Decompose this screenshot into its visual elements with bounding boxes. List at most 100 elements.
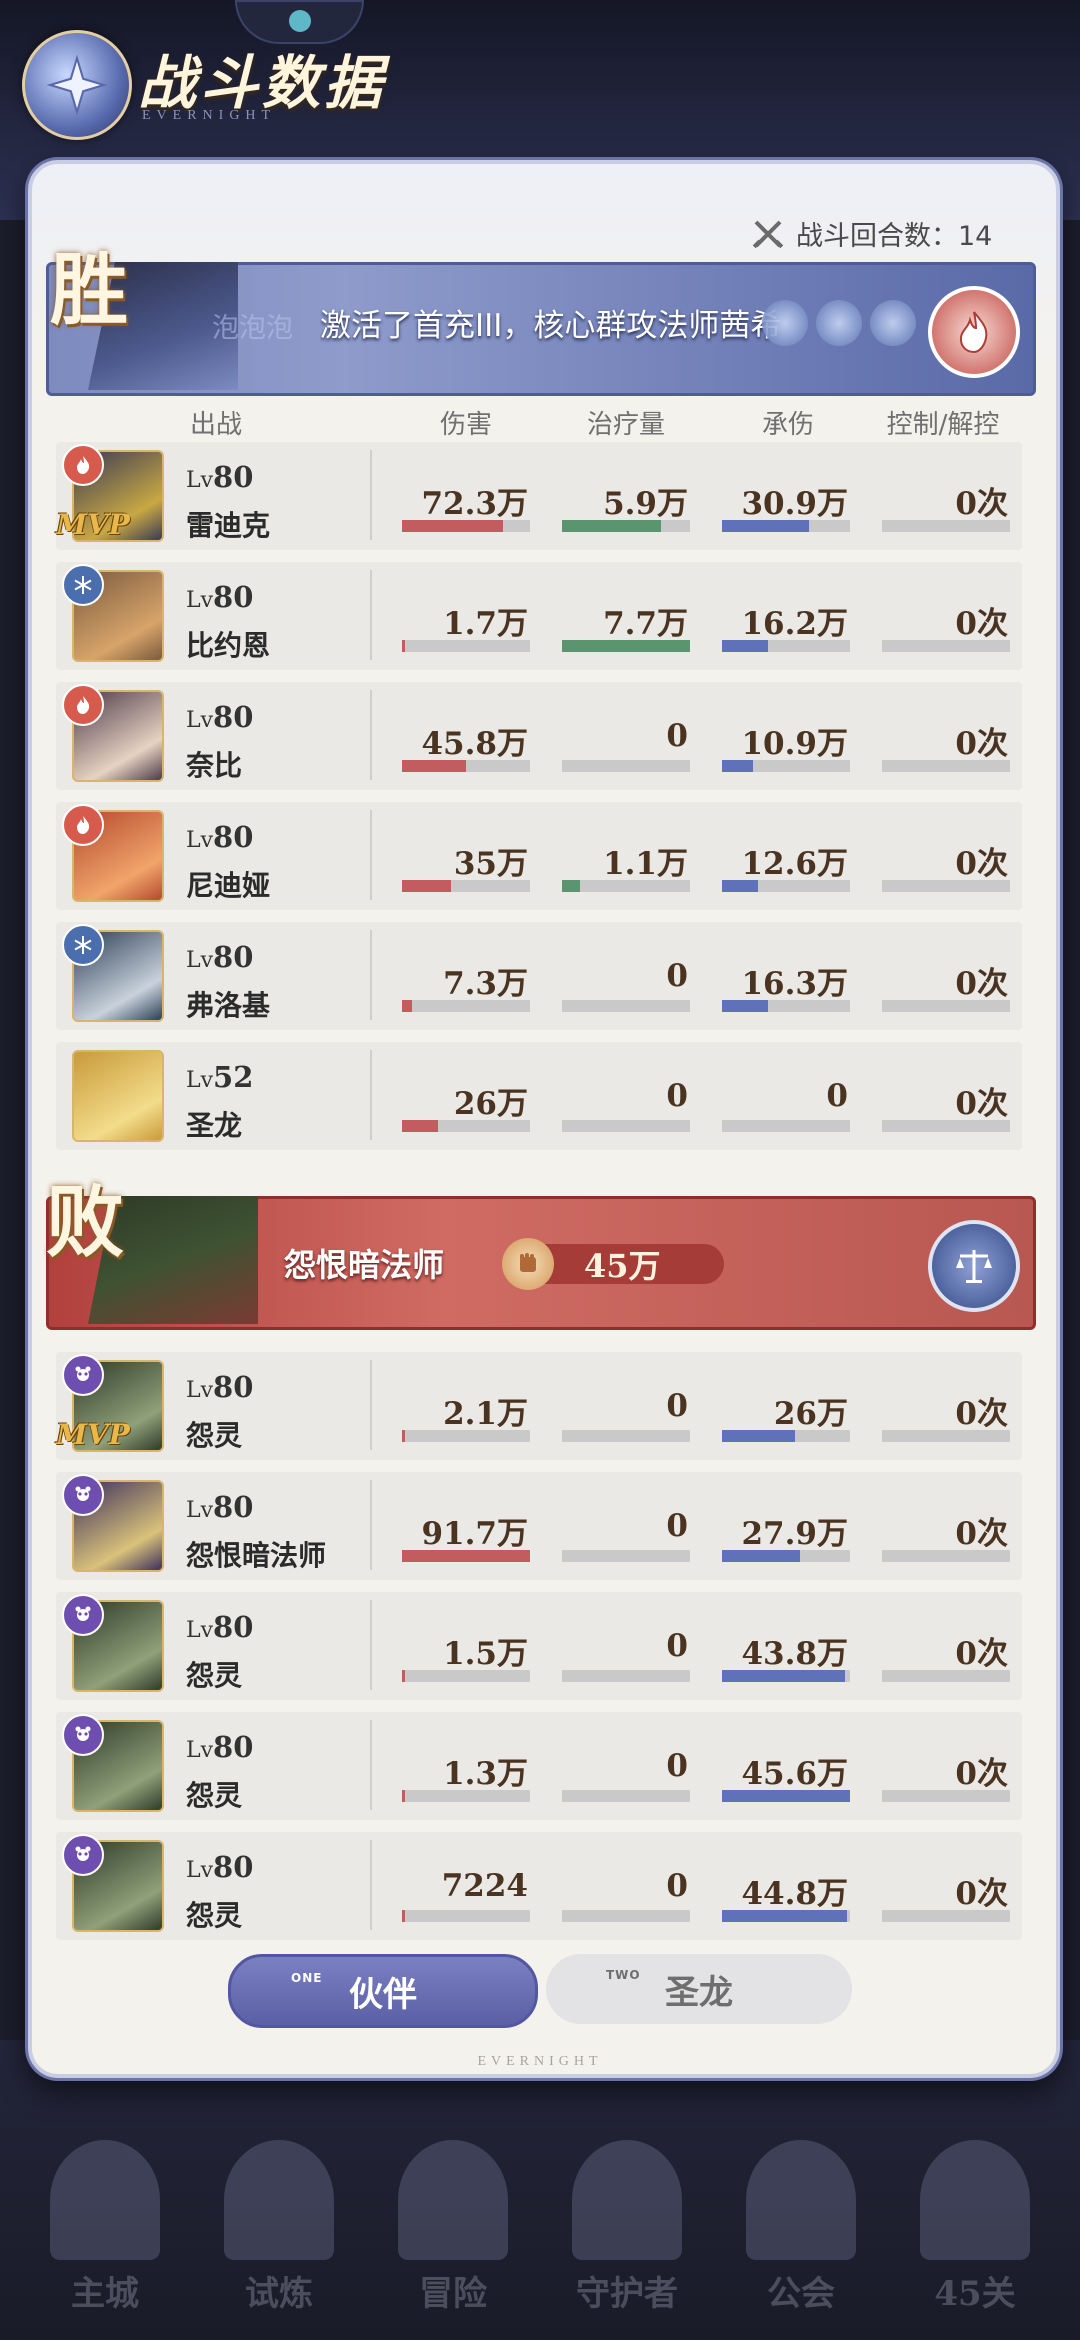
hero-level: Lv80 (186, 700, 254, 734)
damage-taken-bar-fill (722, 1430, 795, 1442)
healing-bar-fill (562, 640, 690, 652)
beast-element-icon (62, 1714, 104, 1756)
hero-name: 怨灵 (186, 1779, 243, 1812)
damage-taken-value: 27.9万 (741, 1516, 848, 1552)
nav-guild: 公会 (726, 2140, 876, 2330)
damage-taken-bar-fill (722, 1000, 768, 1012)
damage-bar-fill (402, 760, 466, 772)
damage-value: 35万 (453, 846, 528, 882)
lose-result-label: 败 (46, 1177, 125, 1268)
damage-value: 91.7万 (421, 1516, 528, 1552)
hero-level-value: 80 (213, 460, 254, 494)
healing-value: 1.1万 (603, 846, 688, 882)
row-divider (370, 690, 372, 780)
col-header-participant: 出战 (189, 410, 242, 440)
rounds-label: 战斗回合数：14 (796, 221, 993, 252)
tab-holy-dragon[interactable]: TWO 圣龙 (546, 1954, 852, 2024)
damage-bar (402, 640, 530, 652)
nav-trial-label: 试炼 (245, 2274, 313, 2314)
hero-level: Lv80 (186, 940, 254, 974)
hero-level: Lv80 (186, 1850, 254, 1884)
damage-value: 72.3万 (421, 486, 528, 522)
healing-value: 0 (666, 718, 688, 754)
table-row[interactable]: MVP Lv80 雷迪克 72.3万 5.9万 30.9万 0次 (56, 442, 1022, 550)
healing-bar (562, 1550, 690, 1562)
trial-icon (224, 2140, 334, 2260)
hero-avatar[interactable] (72, 1050, 164, 1142)
rounds-counter: 战斗回合数：14 (750, 214, 992, 253)
healing-bar (562, 1120, 690, 1132)
table-row[interactable]: Lv80 怨灵 1.3万 0 45.6万 0次 (56, 1712, 1022, 1820)
healing-value: 0 (666, 1508, 688, 1544)
tab-holy-dragon-label: 圣龙 (665, 1972, 733, 2013)
healing-bar (562, 1910, 690, 1922)
damage-taken-value: 16.3万 (741, 966, 848, 1002)
snowflake-element-icon (62, 564, 104, 606)
win-result-label: 胜 (50, 245, 129, 336)
healing-value: 7.7万 (603, 606, 688, 642)
damage-bar (402, 1120, 530, 1132)
beast-element-icon (62, 1354, 104, 1396)
damage-value: 7.3万 (443, 966, 528, 1002)
damage-taken-bar-fill (722, 1550, 800, 1562)
hero-level-value: 80 (213, 1850, 254, 1884)
fire-element-icon (62, 684, 104, 726)
guardian-icon (572, 2140, 682, 2260)
hero-name: 怨恨暗法师 (186, 1539, 327, 1572)
damage-taken-bar (722, 520, 850, 532)
damage-taken-bar (722, 640, 850, 652)
control-value: 0次 (955, 966, 1008, 1002)
hero-name: 比约恩 (186, 629, 271, 662)
damage-taken-value: 16.2万 (741, 606, 848, 642)
healing-bar (562, 1790, 690, 1802)
table-row[interactable]: Lv80 怨灵 7224 0 44.8万 0次 (56, 1832, 1022, 1940)
damage-taken-bar-fill (722, 520, 809, 532)
hero-level-value: 80 (213, 940, 254, 974)
healing-value: 0 (666, 958, 688, 994)
beast-element-icon (62, 1594, 104, 1636)
healing-bar (562, 520, 690, 532)
control-bar (882, 1670, 1010, 1682)
table-row[interactable]: Lv80 怨恨暗法师 91.7万 0 27.9万 0次 (56, 1472, 1022, 1580)
damage-taken-value: 30.9万 (741, 486, 848, 522)
table-row[interactable]: Lv80 比约恩 1.7万 7.7万 16.2万 0次 (56, 562, 1022, 670)
damage-taken-value: 10.9万 (741, 726, 848, 762)
hero-name: 尼迪娅 (186, 869, 271, 902)
damage-bar (402, 520, 530, 532)
nav-guardian: 守护者 (552, 2140, 702, 2330)
tab-holy-dragon-number: TWO (606, 1968, 641, 1982)
table-row[interactable]: Lv80 弗洛基 7.3万 0 16.3万 0次 (56, 922, 1022, 1030)
damage-taken-bar (722, 1910, 850, 1922)
hero-level-value: 52 (213, 1060, 254, 1094)
table-row[interactable]: Lv80 奈比 45.8万 0 10.9万 0次 (56, 682, 1022, 790)
row-divider (370, 570, 372, 660)
damage-bar (402, 1670, 530, 1682)
damage-bar (402, 760, 530, 772)
control-value: 0次 (955, 1636, 1008, 1672)
damage-value: 7224 (441, 1868, 528, 1904)
damage-bar-fill (402, 520, 503, 532)
healing-bar (562, 760, 690, 772)
col-header-control: 控制/解控 (886, 410, 1000, 440)
nav-stage: 45关 (900, 2140, 1050, 2330)
control-value: 0次 (955, 1516, 1008, 1552)
fire-element-icon (62, 804, 104, 846)
table-row[interactable]: Lv52 圣龙 26万 0 0 0次 (56, 1042, 1022, 1150)
beast-element-icon (62, 1474, 104, 1516)
balance-scale-badge-icon[interactable] (928, 1220, 1020, 1312)
tab-partners[interactable]: ONE 伙伴 (228, 1954, 538, 2028)
table-row[interactable]: MVP Lv80 怨灵 2.1万 0 26万 0次 (56, 1352, 1022, 1460)
hero-level-value: 80 (213, 700, 254, 734)
star-emblem-icon (22, 30, 132, 140)
row-divider (370, 930, 372, 1020)
hero-level: Lv80 (186, 460, 254, 494)
damage-taken-value: 44.8万 (741, 1876, 848, 1912)
hero-level-value: 80 (213, 580, 254, 614)
mvp-badge: MVP (56, 1418, 130, 1451)
healing-bar (562, 880, 690, 892)
table-row[interactable]: Lv80 尼迪娅 35万 1.1万 12.6万 0次 (56, 802, 1022, 910)
table-row[interactable]: Lv80 怨灵 1.5万 0 43.8万 0次 (56, 1592, 1022, 1700)
damage-bar-fill (402, 1790, 405, 1802)
pyro-element-badge-icon[interactable] (928, 286, 1020, 378)
control-bar (882, 1000, 1010, 1012)
